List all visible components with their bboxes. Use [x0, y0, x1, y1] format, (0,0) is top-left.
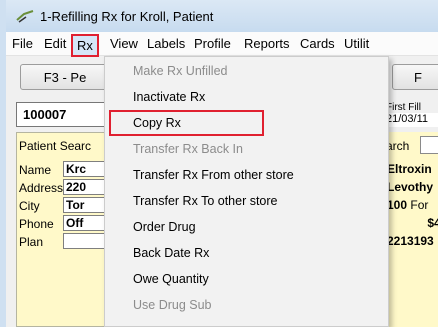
drug-panel: First Fill 21/03/11 arch Eltroxin Levoth…: [384, 102, 438, 327]
drug-name-1[interactable]: Eltroxin: [384, 162, 438, 179]
drug-din[interactable]: 2213193: [384, 234, 438, 251]
drug-quantity[interactable]: 100 For: [384, 198, 438, 215]
title-bar: 1-Refilling Rx for Kroll, Patient: [6, 0, 438, 32]
first-fill-value: 21/03/11: [384, 113, 438, 127]
first-fill-label: First Fill: [386, 102, 421, 113]
patient-panel: Patient Searc Name Krc Address 220 City …: [16, 132, 107, 327]
phone-value[interactable]: Off: [63, 215, 107, 231]
name-label: Name: [19, 163, 52, 177]
menu-labels[interactable]: Labels: [147, 36, 185, 51]
menu-item-make-rx-unfilled[interactable]: Make Rx Unfilled: [106, 58, 387, 84]
quantity-form: For: [410, 198, 429, 212]
menu-reports[interactable]: Reports: [244, 36, 290, 51]
drug-name-2[interactable]: Levothy: [384, 180, 438, 197]
phone-label: Phone: [19, 217, 54, 231]
window-title: 1-Refilling Rx for Kroll, Patient: [40, 8, 214, 24]
name-value[interactable]: Krc: [63, 161, 107, 177]
address-label: Address: [19, 181, 64, 195]
city-value[interactable]: Tor: [63, 197, 107, 213]
menu-item-owe-quantity[interactable]: Owe Quantity: [106, 266, 387, 292]
menu-utilities[interactable]: Utilit: [344, 36, 369, 51]
plan-value[interactable]: [63, 233, 107, 249]
rx-dropdown-menu: Make Rx Unfilled Inactivate Rx Copy Rx T…: [104, 56, 389, 327]
drug-price[interactable]: $4.: [384, 216, 438, 233]
menu-edit[interactable]: Edit: [44, 36, 66, 51]
drug-search-label: arch: [386, 139, 410, 153]
rx-number-field[interactable]: 100007: [16, 102, 106, 127]
address-value[interactable]: 220: [63, 179, 107, 195]
quantity-value: 100: [387, 198, 408, 212]
menu-item-inactivate-rx[interactable]: Inactivate Rx: [106, 84, 387, 110]
menu-bar: File Edit Rx View Labels Profile Reports…: [6, 32, 438, 57]
main-window: 1-Refilling Rx for Kroll, Patient File E…: [0, 0, 438, 327]
menu-view[interactable]: View: [110, 36, 138, 51]
menu-item-transfer-to-other-store[interactable]: Transfer Rx To other store: [106, 188, 387, 214]
f-button[interactable]: F: [392, 64, 438, 90]
menu-cards[interactable]: Cards: [300, 36, 335, 51]
drug-search-input[interactable]: [420, 136, 438, 154]
menu-item-order-drug[interactable]: Order Drug: [106, 214, 387, 240]
menu-item-transfer-rx-back-in[interactable]: Transfer Rx Back In: [106, 136, 387, 162]
city-label: City: [19, 199, 40, 213]
menu-profile[interactable]: Profile: [194, 36, 231, 51]
rx-app-icon: [16, 10, 34, 23]
menu-item-back-date-rx[interactable]: Back Date Rx: [106, 240, 387, 266]
menu-item-transfer-from-other-store[interactable]: Transfer Rx From other store: [106, 162, 387, 188]
patient-search-heading[interactable]: Patient Searc: [19, 139, 91, 153]
menu-item-copy-rx[interactable]: Copy Rx: [109, 110, 264, 136]
drug-search-panel: arch Eltroxin Levothy 100 For $4. 221319…: [384, 132, 438, 327]
menu-rx[interactable]: Rx: [71, 34, 99, 57]
f3-button[interactable]: F3 - Pe: [20, 64, 110, 90]
plan-label: Plan: [19, 235, 44, 249]
menu-file[interactable]: File: [12, 36, 33, 51]
menu-item-use-drug-sub[interactable]: Use Drug Sub: [106, 292, 387, 318]
